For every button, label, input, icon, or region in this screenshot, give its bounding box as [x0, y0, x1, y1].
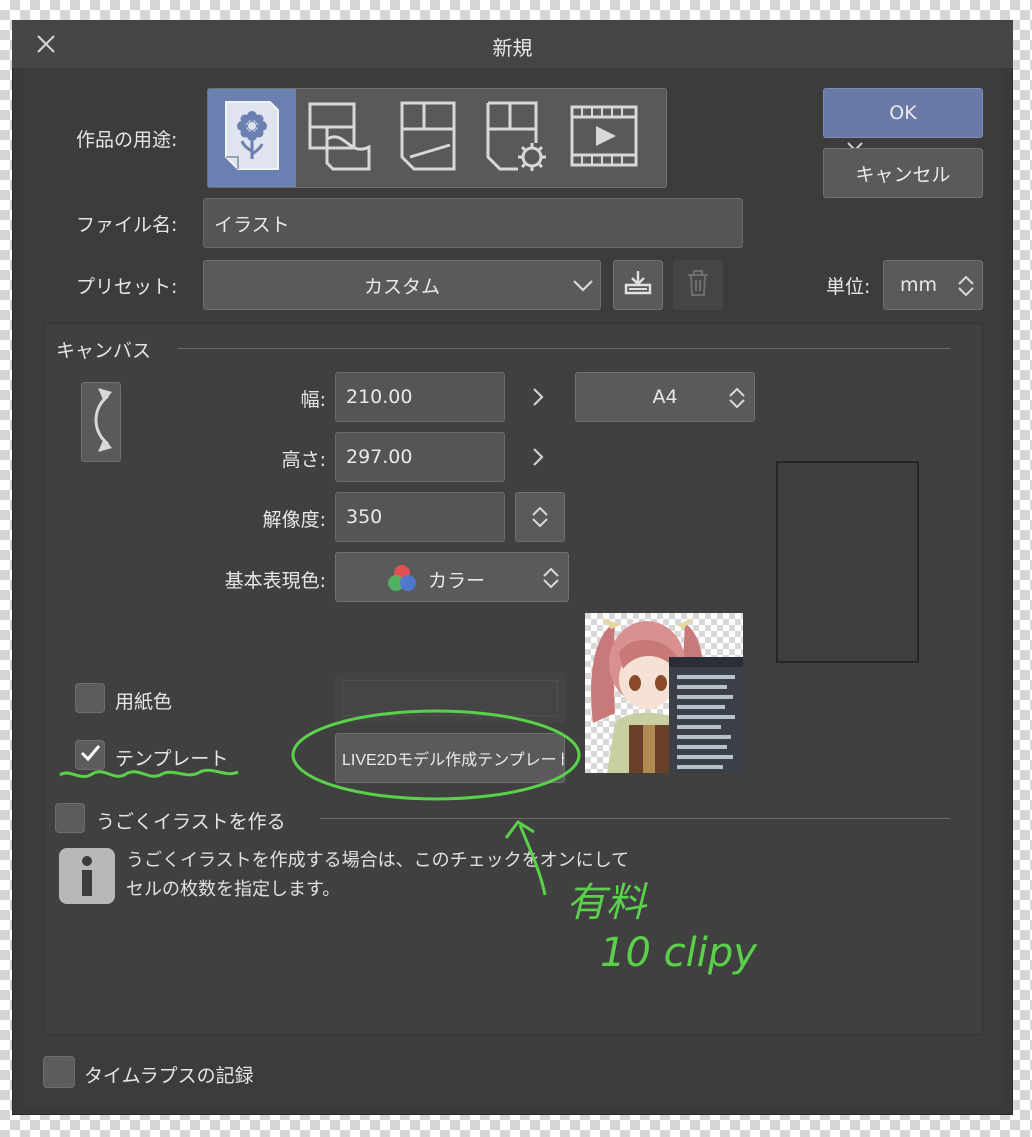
annotation-text-line2: 10 clipy: [600, 930, 757, 976]
annotation-arrow: [504, 819, 547, 896]
annotation-circle: [291, 709, 581, 801]
annotation-underline: [59, 768, 239, 779]
annotation-overlay: [59, 709, 581, 896]
annotation-text-line1: 有料: [566, 880, 646, 926]
